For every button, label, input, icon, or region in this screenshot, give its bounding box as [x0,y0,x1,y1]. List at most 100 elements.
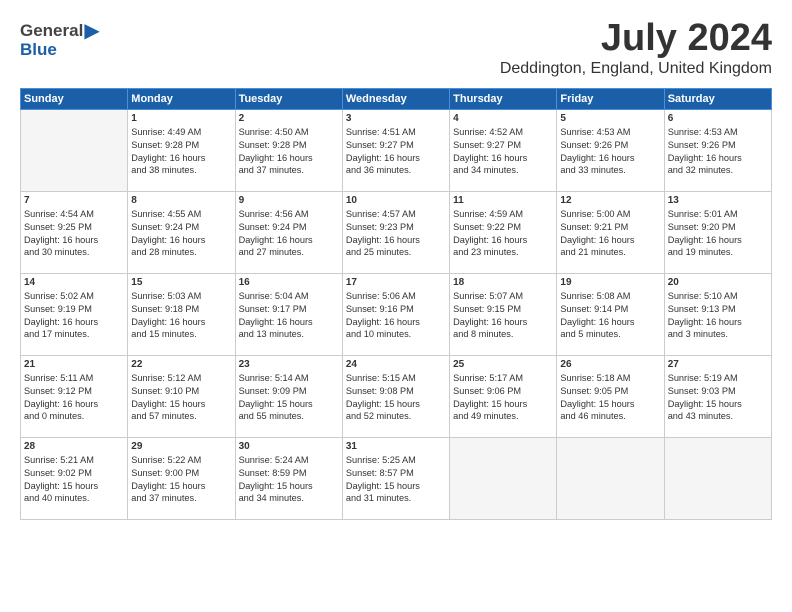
day-info: Sunrise: 5:19 AMSunset: 9:03 PMDaylight:… [668,372,768,424]
info-line: Sunset: 9:23 PM [346,222,414,232]
info-line: Sunset: 9:16 PM [346,304,414,314]
info-line: Daylight: 16 hours [24,235,98,245]
info-line: Sunrise: 5:06 AM [346,291,416,301]
day-info: Sunrise: 5:04 AMSunset: 9:17 PMDaylight:… [239,290,339,342]
info-line: and 37 minutes. [131,493,196,503]
info-line: Daylight: 15 hours [239,481,313,491]
info-line: Sunrise: 4:57 AM [346,209,416,219]
info-line: Sunset: 9:18 PM [131,304,199,314]
day-info: Sunrise: 5:11 AMSunset: 9:12 PMDaylight:… [24,372,124,424]
day-info: Sunrise: 4:54 AMSunset: 9:25 PMDaylight:… [24,208,124,260]
info-line: Daylight: 15 hours [346,399,420,409]
calendar-cell: 7Sunrise: 4:54 AMSunset: 9:25 PMDaylight… [21,191,128,273]
logo-general: General [20,21,83,41]
day-number: 21 [24,359,124,370]
info-line: Daylight: 16 hours [239,317,313,327]
calendar-cell: 3Sunrise: 4:51 AMSunset: 9:27 PMDaylight… [342,109,449,191]
info-line: Sunset: 9:03 PM [668,386,736,396]
info-line: Sunset: 9:27 PM [346,140,414,150]
info-line: and 34 minutes. [453,165,518,175]
day-number: 23 [239,359,339,370]
day-number: 31 [346,441,446,452]
calendar-cell: 22Sunrise: 5:12 AMSunset: 9:10 PMDayligh… [128,355,235,437]
info-line: Sunrise: 5:14 AM [239,373,309,383]
info-line: Sunrise: 4:50 AM [239,127,309,137]
info-line: Sunrise: 4:54 AM [24,209,94,219]
info-line: Sunset: 9:06 PM [453,386,521,396]
info-line: Daylight: 16 hours [239,153,313,163]
day-number: 11 [453,195,553,206]
day-number: 4 [453,113,553,124]
info-line: Daylight: 16 hours [560,317,634,327]
info-line: Daylight: 15 hours [239,399,313,409]
info-line: Daylight: 15 hours [560,399,634,409]
info-line: and 43 minutes. [668,411,733,421]
th-monday: Monday [128,88,235,109]
info-line: Sunrise: 5:17 AM [453,373,523,383]
info-line: and 15 minutes. [131,329,196,339]
info-line: Daylight: 15 hours [131,399,205,409]
day-info: Sunrise: 4:50 AMSunset: 9:28 PMDaylight:… [239,126,339,178]
info-line: and 21 minutes. [560,247,625,257]
day-info: Sunrise: 5:18 AMSunset: 9:05 PMDaylight:… [560,372,660,424]
info-line: Sunrise: 5:02 AM [24,291,94,301]
info-line: Daylight: 15 hours [346,481,420,491]
month-title: July 2024 [500,18,772,60]
calendar-cell: 10Sunrise: 4:57 AMSunset: 9:23 PMDayligh… [342,191,449,273]
header-row: Sunday Monday Tuesday Wednesday Thursday… [21,88,772,109]
day-info: Sunrise: 5:12 AMSunset: 9:10 PMDaylight:… [131,372,231,424]
calendar-cell [450,437,557,519]
day-info: Sunrise: 5:22 AMSunset: 9:00 PMDaylight:… [131,454,231,506]
info-line: Sunrise: 4:56 AM [239,209,309,219]
info-line: Daylight: 16 hours [453,317,527,327]
info-line: Daylight: 16 hours [131,153,205,163]
info-line: and 49 minutes. [453,411,518,421]
calendar-cell: 24Sunrise: 5:15 AMSunset: 9:08 PMDayligh… [342,355,449,437]
day-number: 14 [24,277,124,288]
calendar-cell: 21 Sunrise: 5:11 AMSunset: 9:12 PMDayligh… [21,355,128,437]
info-line: and 28 minutes. [131,247,196,257]
info-line: and 46 minutes. [560,411,625,421]
day-info: Sunrise: 4:49 AMSunset: 9:28 PMDaylight:… [131,126,231,178]
calendar-cell: 12Sunrise: 5:00 AMSunset: 9:21 PMDayligh… [557,191,664,273]
info-line: Sunset: 9:24 PM [239,222,307,232]
info-line: Daylight: 15 hours [131,481,205,491]
info-line: Daylight: 16 hours [24,399,98,409]
day-number: 24 [346,359,446,370]
logo-blue-text: Blue [20,40,57,60]
info-line: Daylight: 16 hours [239,235,313,245]
calendar-cell: 1Sunrise: 4:49 AMSunset: 9:28 PMDaylight… [128,109,235,191]
th-tuesday: Tuesday [235,88,342,109]
info-line: Sunset: 9:26 PM [560,140,628,150]
day-info: Sunrise: 5:25 AMSunset: 8:57 PMDaylight:… [346,454,446,506]
info-line: and 55 minutes. [239,411,304,421]
calendar-cell: 16Sunrise: 5:04 AMSunset: 9:17 PMDayligh… [235,273,342,355]
info-line: Daylight: 16 hours [560,235,634,245]
header: General ▶ Blue July 2024 Deddington, Eng… [20,18,772,78]
info-line: Sunset: 9:12 PM [24,386,92,396]
info-line: and 34 minutes. [239,493,304,503]
info-line: and 36 minutes. [346,165,411,175]
day-number: 6 [668,113,768,124]
info-line: Sunrise: 5:21 AM [24,455,94,465]
info-line: Sunrise: 5:18 AM [560,373,630,383]
calendar-cell: 9Sunrise: 4:56 AMSunset: 9:24 PMDaylight… [235,191,342,273]
day-info: Sunrise: 5:24 AMSunset: 8:59 PMDaylight:… [239,454,339,506]
day-info: Sunrise: 5:17 AMSunset: 9:06 PMDaylight:… [453,372,553,424]
info-line: Sunrise: 5:00 AM [560,209,630,219]
info-line: Sunset: 9:08 PM [346,386,414,396]
info-line: Daylight: 16 hours [346,317,420,327]
info-line: Sunrise: 5:24 AM [239,455,309,465]
info-line: and 40 minutes. [24,493,89,503]
info-line: and 25 minutes. [346,247,411,257]
info-line: Sunset: 9:09 PM [239,386,307,396]
calendar-cell: 29Sunrise: 5:22 AMSunset: 9:00 PMDayligh… [128,437,235,519]
info-line: Daylight: 15 hours [668,399,742,409]
info-line: Sunset: 9:24 PM [131,222,199,232]
calendar-cell: 25Sunrise: 5:17 AMSunset: 9:06 PMDayligh… [450,355,557,437]
calendar-cell: 5Sunrise: 4:53 AMSunset: 9:26 PMDaylight… [557,109,664,191]
info-line: Daylight: 16 hours [346,235,420,245]
info-line: and 27 minutes. [239,247,304,257]
day-number: 27 [668,359,768,370]
info-line: and 23 minutes. [453,247,518,257]
